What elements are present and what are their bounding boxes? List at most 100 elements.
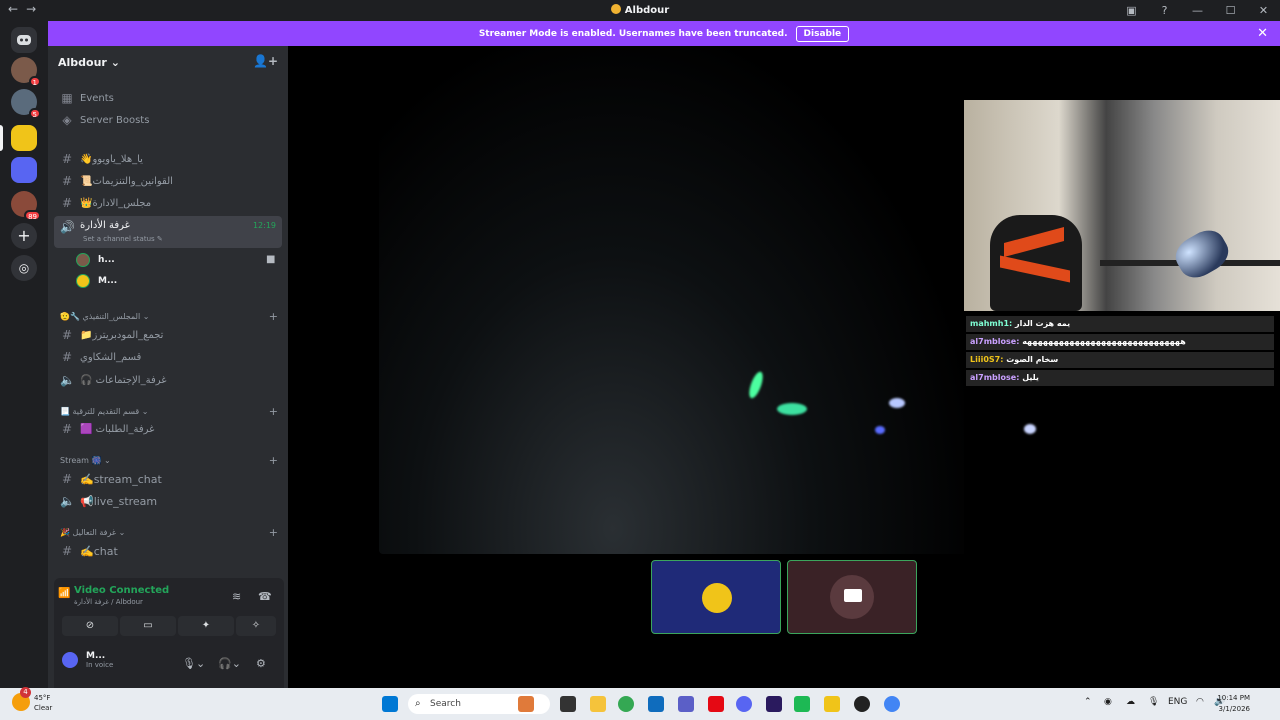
teams-icon[interactable] (678, 696, 694, 712)
channel-item[interactable]: # قسم_الشكاوي (54, 347, 282, 367)
server-2[interactable]: 5 (11, 89, 41, 119)
avatar (76, 253, 90, 267)
discord-icon[interactable] (736, 696, 752, 712)
screen-share-button[interactable]: ▭ (120, 616, 176, 636)
chevron-up-icon[interactable]: ⌃ (1084, 697, 1092, 707)
participant-tile[interactable] (651, 560, 781, 634)
speaker-icon: 🔈 (60, 494, 75, 508)
category-header[interactable]: 🫡🔧 المجلس_التنفيذي ⌄ + (60, 309, 280, 323)
voice-status[interactable]: Video Connected (74, 585, 169, 596)
weather-widget[interactable]: 4 45°F Clear (12, 687, 52, 713)
premiere-icon[interactable] (766, 696, 782, 712)
help-icon[interactable]: ? (1148, 0, 1181, 21)
chrome-profile-icon[interactable] (884, 696, 900, 712)
headphones-icon[interactable]: 🎧⌄ (218, 657, 241, 670)
server-icon (610, 4, 621, 14)
participant-tile[interactable] (787, 560, 917, 634)
voice-user[interactable]: h... (76, 251, 115, 269)
home-button[interactable] (11, 27, 37, 53)
chat-message: Liii0S7: سخام الصوت (966, 352, 1274, 368)
active-voice-channel[interactable]: 🔊 غرفة الأدارة 12:19 Set a channel statu… (54, 216, 282, 248)
voice-channel-item[interactable]: 🔈 🎧 غرفة_الإجتماعات (54, 370, 282, 390)
sun-icon: 4 (12, 687, 31, 711)
channel-item[interactable]: # 👋يا_هلا_ياويوو (54, 149, 282, 169)
disable-button[interactable]: Disable (795, 25, 850, 42)
stream-video[interactable] (379, 46, 964, 554)
noise-suppression-icon[interactable]: ≋ (232, 590, 241, 603)
invite-icon[interactable]: 👤+ (253, 54, 278, 68)
security-icon[interactable]: ◉ (1104, 697, 1112, 707)
search-icon: ⌕ (415, 698, 421, 709)
selected-indicator (0, 125, 3, 151)
hash-icon: # (61, 350, 73, 364)
activities-button[interactable]: ✦ (178, 616, 234, 636)
server-4[interactable] (11, 157, 37, 183)
boost-icon: ◈ (62, 113, 72, 127)
channel-item[interactable]: # 👑مجلس_الادارة (54, 193, 282, 213)
warning-app-icon[interactable] (824, 696, 840, 712)
channel-item[interactable]: # ✍️stream_chat (54, 469, 282, 489)
camera-off-button[interactable]: ⊘ (62, 616, 118, 636)
inbox-icon[interactable]: ▣ (1115, 0, 1148, 21)
add-channel-icon[interactable]: + (269, 405, 278, 418)
light-spark (889, 398, 905, 408)
clock[interactable]: 10:14 PM 3/1/2026 (1217, 693, 1250, 715)
speaker-icon: 🔈 (60, 373, 75, 387)
add-server-button[interactable]: + (11, 223, 37, 249)
channel-item[interactable]: # ✍️chat (54, 541, 282, 561)
channel-item[interactable]: # 🟪 غرفة_الطلبات (54, 419, 282, 439)
light-spark (777, 403, 807, 415)
light-spark (1024, 424, 1036, 434)
category-header[interactable]: 🎉 غرفة التعاليل ⌄ + (60, 525, 280, 539)
soundboard-button[interactable]: ✧ (236, 616, 276, 636)
maximize-button[interactable]: ☐ (1214, 0, 1247, 21)
hash-icon: # (61, 152, 73, 166)
voice-location[interactable]: غرفة الأدارة / Albdour (74, 598, 143, 606)
mic-icon[interactable]: 🎙⌄ (182, 657, 205, 670)
channel-item[interactable]: # 📁تجمع_المودبريترز (54, 325, 282, 345)
cloud-icon[interactable]: ☁ (1126, 697, 1135, 707)
channel-status[interactable]: Set a channel status ✎ (83, 235, 163, 243)
hash-icon: # (61, 422, 73, 436)
speaker-icon: 🔊 (60, 220, 75, 234)
obs-icon[interactable] (854, 696, 870, 712)
outlook-icon[interactable] (648, 696, 664, 712)
add-channel-icon[interactable]: + (269, 454, 278, 467)
user-area[interactable]: M... In voice (60, 650, 113, 670)
disconnect-icon[interactable]: ☎ (258, 590, 272, 603)
discover-button[interactable]: ◎ (11, 255, 37, 281)
language-indicator[interactable]: ENG (1168, 697, 1187, 707)
events-item[interactable]: ▦ Events (54, 88, 282, 108)
netflix-icon[interactable] (708, 696, 724, 712)
settings-icon[interactable]: ⚙ (256, 657, 266, 670)
chrome-icon[interactable] (618, 696, 634, 712)
category-header[interactable]: Stream 🎆 ⌄ + (60, 453, 280, 467)
server-boosts-item[interactable]: ◈ Server Boosts (54, 110, 282, 130)
hash-icon: # (61, 472, 73, 486)
add-channel-icon[interactable]: + (269, 526, 278, 539)
close-window-button[interactable]: ✕ (1247, 0, 1280, 21)
add-channel-icon[interactable]: + (269, 310, 278, 323)
server-1[interactable]: 1 (11, 57, 41, 87)
wifi-icon[interactable]: ◠ (1196, 697, 1204, 707)
start-icon[interactable] (382, 696, 398, 712)
light-spark (746, 370, 766, 400)
signal-icon[interactable]: 📶 (58, 588, 70, 599)
app-icon[interactable] (794, 696, 810, 712)
mic-tray-icon[interactable]: 🎙 (1148, 697, 1159, 707)
copilot-icon[interactable] (518, 696, 534, 712)
voice-user[interactable]: M... (76, 272, 117, 290)
camera-icon: ■ (266, 254, 276, 265)
hash-icon: # (61, 196, 73, 210)
server-header[interactable]: Albdour ⌄ 👤+ (48, 46, 288, 78)
file-explorer-icon[interactable] (590, 696, 606, 712)
window-title: Albdour (0, 4, 1280, 16)
voice-channel-item[interactable]: 🔈 📢live_stream (54, 491, 282, 511)
channel-item[interactable]: # 📜القوانين_والتنزيمات (54, 171, 282, 191)
task-view-icon[interactable] (560, 696, 576, 712)
server-5[interactable]: 89 (11, 191, 41, 221)
category-header[interactable]: 📃 قسم التقديم للترقية ⌄ + (60, 404, 280, 418)
server-albdour[interactable] (11, 125, 37, 151)
close-banner-icon[interactable]: ✕ (1257, 26, 1268, 41)
minimize-button[interactable]: — (1181, 0, 1214, 21)
